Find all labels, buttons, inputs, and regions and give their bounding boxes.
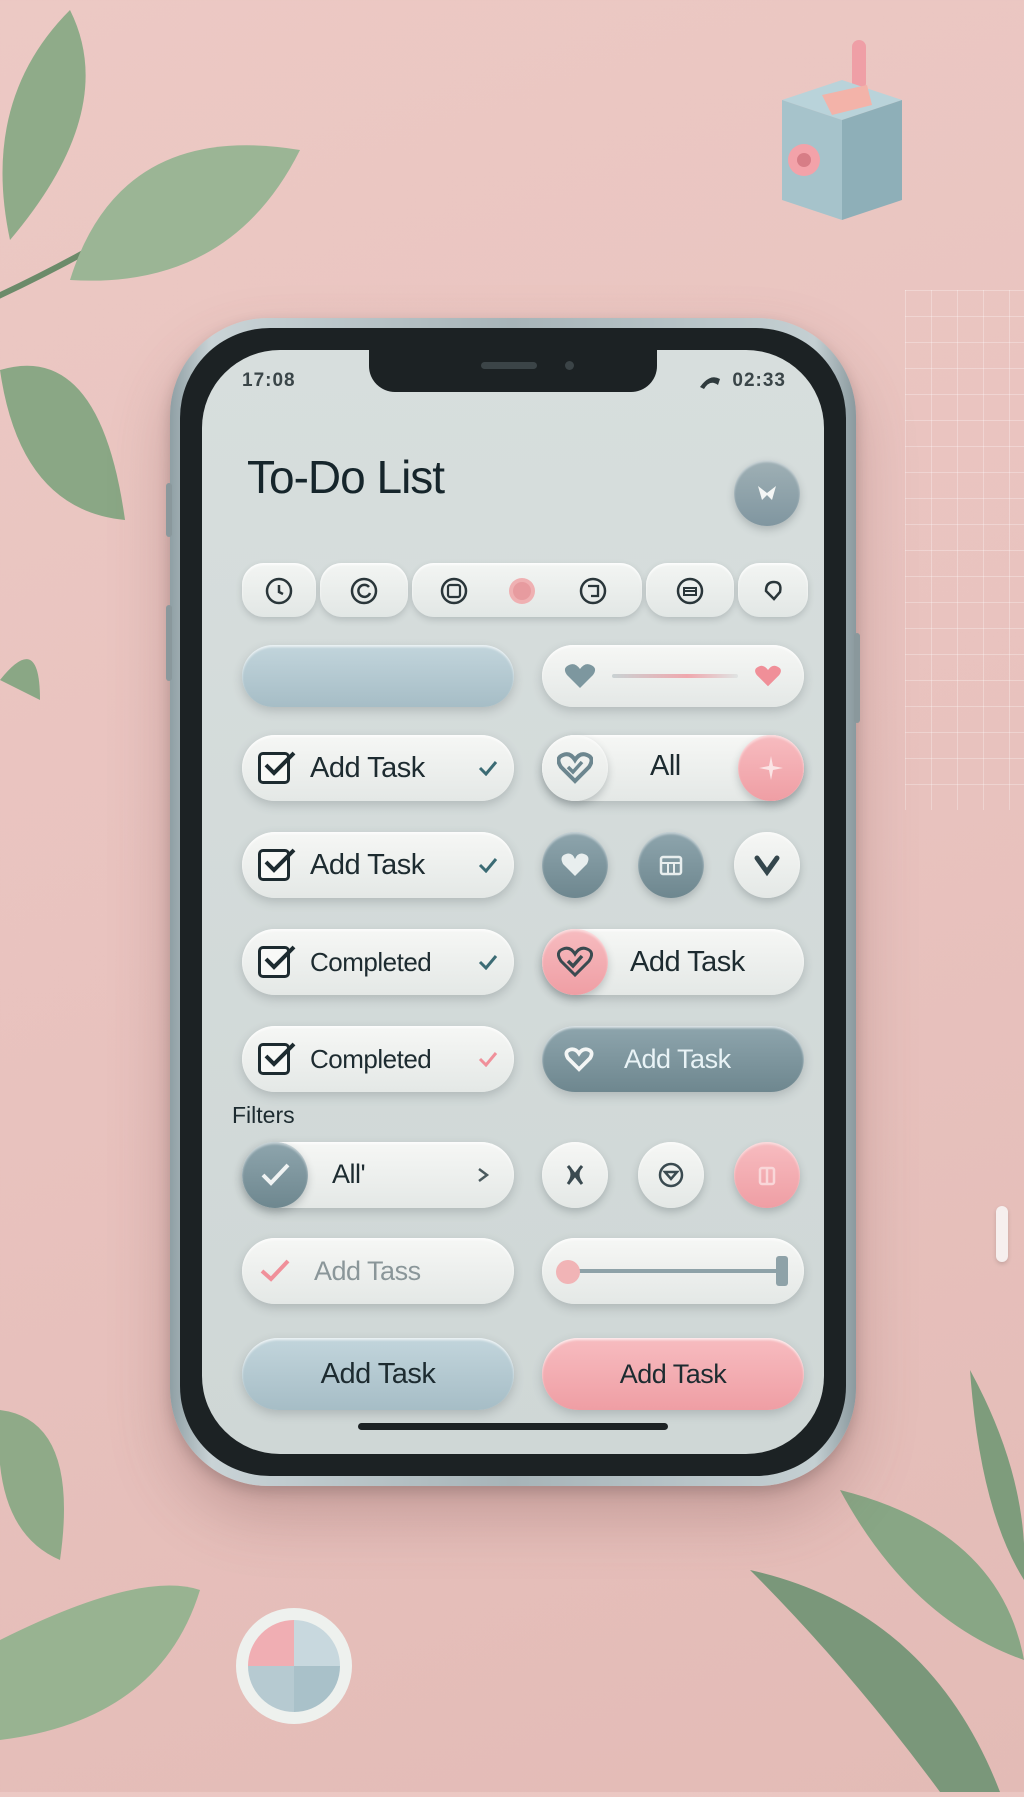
all-select-label: All' bbox=[332, 1159, 366, 1189]
check-v-icon bbox=[754, 855, 780, 877]
pause-icon bbox=[758, 1166, 776, 1186]
checkmark-icon bbox=[264, 1042, 296, 1067]
task-item-1[interactable]: Add Task bbox=[242, 735, 514, 801]
inbox-icon bbox=[676, 577, 704, 605]
task-item-4[interactable]: Completed bbox=[242, 1026, 514, 1092]
volume-down-button bbox=[166, 605, 172, 681]
favorite-toggle-button[interactable] bbox=[542, 735, 608, 801]
share-icon bbox=[758, 486, 776, 500]
task-item-2[interactable]: Add Task bbox=[242, 832, 514, 898]
notch bbox=[369, 350, 657, 392]
home-indicator[interactable] bbox=[358, 1423, 668, 1430]
header-action-button[interactable] bbox=[734, 460, 800, 526]
wall-hook-decoration bbox=[996, 1206, 1008, 1262]
favorites-track bbox=[612, 674, 738, 678]
check-small-icon bbox=[478, 858, 498, 873]
heart-check-pink-button[interactable] bbox=[542, 929, 608, 995]
check-pink-icon bbox=[260, 1259, 290, 1282]
add-task-right-label: Add Task bbox=[630, 946, 745, 978]
heart-check-icon bbox=[557, 752, 593, 784]
all-check-button[interactable] bbox=[242, 1142, 308, 1208]
heart-icon bbox=[509, 578, 535, 604]
check-pink-icon bbox=[478, 1052, 498, 1067]
checkmark-icon bbox=[264, 945, 296, 970]
calendar-icon bbox=[440, 577, 468, 605]
pause-round-button[interactable] bbox=[734, 1142, 800, 1208]
clock-icon bbox=[265, 577, 293, 605]
calendar-grid-icon bbox=[659, 855, 683, 876]
add-task-slate-label: Add Task bbox=[624, 1043, 731, 1074]
check-small-icon bbox=[478, 761, 498, 776]
add-task-slate-button[interactable]: Add Task bbox=[542, 1026, 804, 1092]
power-button bbox=[854, 633, 860, 723]
add-task-pink-label: Add Task bbox=[619, 1358, 727, 1389]
task-label-3: Completed bbox=[310, 946, 432, 977]
add-task-faded-label: Add Tass bbox=[314, 1255, 421, 1286]
task-checkbox-1[interactable] bbox=[258, 751, 296, 784]
heart-pink-icon bbox=[755, 665, 781, 687]
page-title: To-Do List bbox=[247, 451, 445, 503]
bell-icon bbox=[764, 580, 782, 601]
task-label-4: Completed bbox=[310, 1043, 432, 1074]
favorites-filter-pill[interactable] bbox=[542, 645, 804, 707]
sparkle-icon bbox=[759, 756, 783, 780]
favorite-round-button[interactable] bbox=[542, 832, 608, 898]
refresh-icon bbox=[350, 577, 378, 605]
smartphone-frame: 17:08 02:33 To-Do List Add Task Add Task… bbox=[166, 318, 860, 1486]
speaker-grille bbox=[481, 362, 537, 369]
search-bar[interactable] bbox=[242, 645, 514, 707]
battery-text: 02:33 bbox=[732, 370, 786, 391]
slider-end-knob[interactable] bbox=[776, 1256, 788, 1286]
heart-outline-icon bbox=[564, 664, 596, 688]
checkmark-icon bbox=[264, 751, 296, 776]
signal-icon bbox=[700, 377, 721, 389]
heart-leaf-icon bbox=[561, 853, 589, 876]
chevron-down-icon bbox=[658, 1162, 684, 1188]
calendar-round-button[interactable] bbox=[638, 832, 704, 898]
tag-icon bbox=[579, 577, 607, 605]
progress-slider[interactable] bbox=[542, 1238, 804, 1304]
add-task-blue-label: Add Task bbox=[320, 1357, 436, 1390]
tag-round-button[interactable] bbox=[542, 1142, 608, 1208]
grid-pattern-decoration bbox=[905, 290, 1024, 810]
task-label-1: Add Task bbox=[310, 751, 425, 784]
add-pink-button[interactable] bbox=[738, 735, 804, 801]
checkmark-icon bbox=[261, 1163, 290, 1186]
status-right: 02:33 bbox=[698, 370, 786, 392]
task-label-2: Add Task bbox=[310, 848, 425, 881]
add-task-primary-button[interactable]: Add Task bbox=[242, 1338, 514, 1410]
checkmark-icon bbox=[264, 848, 296, 873]
toy-cube-decoration bbox=[762, 40, 912, 230]
task-checkbox-4[interactable] bbox=[258, 1042, 296, 1075]
knot-icon bbox=[566, 1164, 584, 1185]
pastel-coaster-decoration bbox=[234, 1606, 354, 1726]
task-item-3[interactable]: Completed bbox=[242, 929, 514, 995]
phone-bezel: 17:08 02:33 To-Do List Add Task Add Task… bbox=[180, 328, 846, 1476]
slider-track bbox=[578, 1269, 784, 1273]
slider-start-knob[interactable] bbox=[556, 1260, 580, 1284]
volume-up-button bbox=[166, 483, 172, 537]
chevron-right-icon bbox=[478, 1168, 490, 1182]
add-task-secondary-button[interactable]: Add Task bbox=[542, 1338, 804, 1410]
add-task-faded-input[interactable]: Add Tass bbox=[242, 1238, 514, 1304]
task-checkbox-2[interactable] bbox=[258, 848, 296, 881]
heart-outline-icon bbox=[564, 1047, 594, 1072]
check-small-icon bbox=[478, 955, 498, 970]
filters-heading: Filters bbox=[232, 1102, 295, 1128]
task-checkbox-3[interactable] bbox=[258, 945, 296, 978]
all-filter-label: All bbox=[650, 750, 681, 782]
status-time: 17:08 bbox=[242, 370, 296, 391]
priority-round-button[interactable] bbox=[638, 1142, 704, 1208]
confirm-round-button[interactable] bbox=[734, 832, 800, 898]
phone-screen: 17:08 02:33 To-Do List Add Task Add Task… bbox=[202, 350, 824, 1454]
heart-check-icon bbox=[557, 946, 593, 978]
front-camera bbox=[565, 361, 574, 370]
toolbar-segmented-control bbox=[242, 563, 808, 617]
